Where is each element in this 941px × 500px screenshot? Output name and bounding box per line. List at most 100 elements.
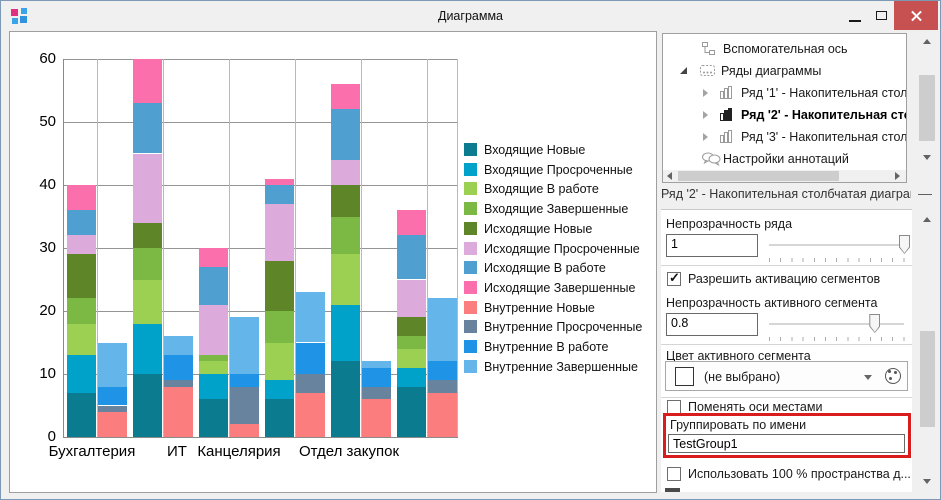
bar-segment[interactable] <box>362 361 391 367</box>
maximize-button[interactable] <box>868 1 894 30</box>
tree-item-selected[interactable]: Ряд '2' - Накопительная столбч <box>663 104 907 126</box>
allow-activation-checkbox[interactable]: ✓ <box>667 272 681 286</box>
bar-segment[interactable] <box>199 355 228 361</box>
scroll-down-icon[interactable] <box>923 479 931 484</box>
bar-segment[interactable] <box>397 387 426 437</box>
bar-segment[interactable] <box>230 317 259 374</box>
chevron-down-icon[interactable] <box>864 375 872 380</box>
bar-segment[interactable] <box>331 254 360 304</box>
bar-segment[interactable] <box>67 185 96 210</box>
active-opacity-slider-thumb[interactable] <box>869 314 880 333</box>
bar-segment[interactable] <box>133 248 162 280</box>
bar-segment[interactable] <box>397 336 426 349</box>
tree-item[interactable]: Ряды диаграммы <box>663 60 907 82</box>
expander-collapsed-icon[interactable] <box>703 133 708 141</box>
bar-segment[interactable] <box>397 349 426 368</box>
bar-segment[interactable] <box>230 424 259 437</box>
expander-collapsed-icon[interactable] <box>703 89 708 97</box>
bar-segment[interactable] <box>199 305 228 355</box>
bar-segment[interactable] <box>133 103 162 153</box>
bar-segment[interactable] <box>265 185 294 204</box>
properties-vscroll-thumb[interactable] <box>920 331 935 427</box>
bar-segment[interactable] <box>133 154 162 223</box>
tree-hscroll-thumb[interactable] <box>678 171 839 181</box>
bar-segment[interactable] <box>428 380 457 393</box>
bar-segment[interactable] <box>265 343 294 381</box>
active-color-dropdown[interactable]: (не выбрано) <box>665 361 908 391</box>
bar-segment[interactable] <box>362 387 391 400</box>
bar-segment[interactable] <box>67 235 96 254</box>
bar-segment[interactable] <box>362 399 391 437</box>
expander-collapsed-icon[interactable] <box>703 111 708 119</box>
bar-segment[interactable] <box>265 179 294 185</box>
active-opacity-input[interactable]: 0.8 <box>666 313 758 336</box>
minimize-button[interactable] <box>842 1 868 30</box>
use-100-checkbox[interactable] <box>667 467 681 481</box>
properties-vertical-scrollbar[interactable] <box>918 211 937 491</box>
bar-segment[interactable] <box>362 368 391 387</box>
bar-segment[interactable] <box>331 361 360 437</box>
bar-segment[interactable] <box>331 109 360 159</box>
bar-segment[interactable] <box>265 399 294 437</box>
bar-segment[interactable] <box>331 84 360 109</box>
bar-segment[interactable] <box>164 336 193 355</box>
bar-segment[interactable] <box>230 387 259 425</box>
bar-segment[interactable] <box>164 387 193 437</box>
bar-segment[interactable] <box>199 248 228 267</box>
bar-segment[interactable] <box>199 267 228 305</box>
palette-icon[interactable] <box>885 368 901 384</box>
bar-segment[interactable] <box>133 324 162 374</box>
bar-segment[interactable] <box>199 374 228 399</box>
bar-segment[interactable] <box>98 343 127 387</box>
bar-segment[interactable] <box>296 292 325 342</box>
bar-segment[interactable] <box>67 210 96 235</box>
bar-segment[interactable] <box>265 204 294 261</box>
bar-segment[interactable] <box>98 406 127 412</box>
bar-segment[interactable] <box>296 374 325 393</box>
bar-segment[interactable] <box>331 305 360 362</box>
bar-segment[interactable] <box>397 280 426 318</box>
scroll-up-icon[interactable] <box>923 217 931 222</box>
bar-segment[interactable] <box>98 412 127 437</box>
scroll-up-icon[interactable] <box>923 39 931 44</box>
bar-segment[interactable] <box>397 317 426 336</box>
tree-item[interactable]: Ряд '3' - Накопительная столбчата <box>663 126 907 148</box>
tree-vscroll-thumb[interactable] <box>919 75 935 141</box>
scroll-right-icon[interactable] <box>895 172 900 180</box>
bar-segment[interactable] <box>199 361 228 374</box>
scroll-left-icon[interactable] <box>667 172 672 180</box>
bar-segment[interactable] <box>133 374 162 437</box>
bar-segment[interactable] <box>230 374 259 387</box>
bar-segment[interactable] <box>98 387 127 406</box>
bar-segment[interactable] <box>397 235 426 279</box>
opacity-slider-thumb[interactable] <box>899 235 910 254</box>
bar-segment[interactable] <box>133 223 162 248</box>
active-opacity-slider[interactable] <box>769 323 904 325</box>
scroll-down-icon[interactable] <box>923 155 931 160</box>
bar-segment[interactable] <box>199 399 228 437</box>
bar-segment[interactable] <box>164 355 193 380</box>
tree-vertical-scrollbar[interactable] <box>917 33 937 167</box>
bar-segment[interactable] <box>265 380 294 399</box>
bar-segment[interactable] <box>428 298 457 361</box>
bar-segment[interactable] <box>397 210 426 235</box>
bar-segment[interactable] <box>67 355 96 393</box>
bar-segment[interactable] <box>67 298 96 323</box>
bar-segment[interactable] <box>428 393 457 437</box>
bar-segment[interactable] <box>265 311 294 343</box>
bar-segment[interactable] <box>133 280 162 324</box>
bar-segment[interactable] <box>331 217 360 255</box>
bar-segment[interactable] <box>67 324 96 356</box>
bar-segment[interactable] <box>296 343 325 375</box>
group-by-input[interactable]: TestGroup1 <box>668 434 905 453</box>
bar-segment[interactable] <box>331 185 360 217</box>
bar-segment[interactable] <box>67 254 96 298</box>
bar-segment[interactable] <box>164 380 193 386</box>
swap-axes-checkbox[interactable] <box>667 400 681 414</box>
expander-expanded-icon[interactable] <box>680 67 687 74</box>
collapse-group-button[interactable]: — <box>917 185 933 201</box>
tree-item[interactable]: Вспомогательная ось <box>663 38 907 60</box>
bar-segment[interactable] <box>133 59 162 103</box>
bar-segment[interactable] <box>397 368 426 387</box>
opacity-input[interactable]: 1 <box>666 234 758 257</box>
